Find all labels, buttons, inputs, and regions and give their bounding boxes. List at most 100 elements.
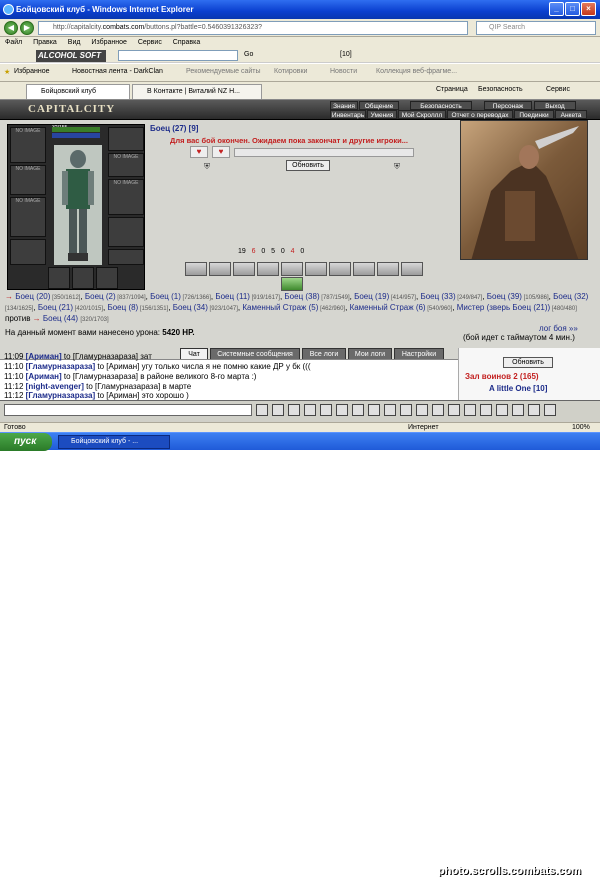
menu-help[interactable]: Справка: [173, 37, 200, 49]
search-input[interactable]: QIP Search: [476, 21, 596, 35]
fighter-name[interactable]: Каменный Страж (5): [242, 303, 318, 312]
slot-shield[interactable]: [108, 217, 144, 247]
menu-tools[interactable]: Сервис: [138, 37, 162, 49]
action-button[interactable]: [233, 262, 255, 276]
room-refresh-button[interactable]: Обновить: [503, 357, 553, 368]
tab-my-logs[interactable]: Мои логи: [348, 348, 392, 359]
battle-log-link[interactable]: лог боя »»: [539, 324, 578, 333]
slot-armor[interactable]: NO IMAGE: [10, 197, 46, 237]
chat-tool-button[interactable]: [512, 404, 524, 416]
tab-vkontakte[interactable]: В Контакте | Виталий NZ Н...: [132, 84, 262, 99]
menu-file[interactable]: Файл: [5, 37, 22, 49]
forward-button[interactable]: ▶: [20, 21, 34, 35]
fav-recommended-link[interactable]: Рекомендуемые сайты: [186, 68, 260, 75]
action-button[interactable]: [353, 262, 375, 276]
chat-tool-button[interactable]: [480, 404, 492, 416]
fighter-name[interactable]: Боец (39): [487, 292, 522, 301]
security-menu[interactable]: Безопасность: [478, 86, 523, 93]
taskbar-item[interactable]: Бойцовский клуб - ...: [58, 435, 170, 449]
fav-news2-link[interactable]: Новости: [330, 68, 357, 75]
chat-tool-button[interactable]: [400, 404, 412, 416]
page-menu[interactable]: Страница: [436, 86, 468, 93]
fighter-name[interactable]: Каменный Страж (6): [350, 303, 426, 312]
fav-collection-link[interactable]: Коллекция веб-фрагме...: [376, 68, 457, 75]
action-button[interactable]: [401, 262, 423, 276]
chat-tool-button[interactable]: [320, 404, 332, 416]
chat-tool-button[interactable]: [256, 404, 268, 416]
nav-skills[interactable]: Умения: [367, 110, 397, 119]
slot-boots[interactable]: [108, 249, 144, 265]
menu-view[interactable]: Вид: [68, 37, 81, 49]
fighter-name[interactable]: Боец (19): [354, 292, 389, 301]
chat-tool-button[interactable]: [544, 404, 556, 416]
chat-tool-button[interactable]: [288, 404, 300, 416]
nav-knowledge[interactable]: Знания: [330, 101, 358, 110]
chat-tool-button[interactable]: [432, 404, 444, 416]
slot-gloves[interactable]: NO IMAGE: [108, 179, 144, 215]
nav-my-scroll[interactable]: Мой Скроллл: [398, 110, 446, 119]
nav-security[interactable]: Безопасность: [410, 101, 472, 110]
slot-belt[interactable]: [10, 239, 46, 265]
chat-tool-button[interactable]: [352, 404, 364, 416]
slot-ring-2[interactable]: [72, 267, 94, 289]
back-button[interactable]: ◀: [4, 21, 18, 35]
nav-profile[interactable]: Анкета: [555, 110, 587, 119]
slot-ring-1[interactable]: [48, 267, 70, 289]
toolbar-search-input[interactable]: [118, 50, 238, 61]
chat-tool-button[interactable]: [496, 404, 508, 416]
close-button[interactable]: ×: [581, 2, 596, 16]
fighter-name[interactable]: Мистер (зверь Боец (21)): [457, 303, 550, 312]
chat-tool-button[interactable]: [336, 404, 348, 416]
nav-inventory[interactable]: Инвентарь: [330, 110, 366, 119]
fighter-name[interactable]: Боец (1): [150, 292, 181, 301]
zoom-text[interactable]: 100%: [572, 424, 590, 431]
fighter-name[interactable]: Боец (8): [107, 303, 138, 312]
tab-fight-club[interactable]: Бойцовский клуб: [26, 84, 130, 99]
menu-edit[interactable]: Правка: [33, 37, 57, 49]
chat-tool-button[interactable]: [384, 404, 396, 416]
fighter-name[interactable]: Боец (33): [420, 292, 455, 301]
chat-tool-button[interactable]: [464, 404, 476, 416]
action-button[interactable]: [305, 262, 327, 276]
chat-tool-button[interactable]: [368, 404, 380, 416]
chat-tool-button[interactable]: [272, 404, 284, 416]
action-button[interactable]: [281, 262, 303, 276]
nav-character[interactable]: Персонаж: [484, 101, 532, 110]
url-input[interactable]: http://capitalcity.combats.com/buttons.p…: [38, 21, 468, 35]
action-button[interactable]: [257, 262, 279, 276]
nav-communication[interactable]: Общение: [359, 101, 399, 110]
chat-tool-button[interactable]: [528, 404, 540, 416]
menu-favorites[interactable]: Избранное: [91, 37, 126, 49]
tab-system-messages[interactable]: Системные сообщения: [210, 348, 300, 359]
nav-fights[interactable]: Поединки: [514, 110, 554, 119]
start-button[interactable]: пуск: [0, 433, 52, 451]
tab-settings[interactable]: Настройки: [394, 348, 444, 359]
go-button[interactable]: Go: [244, 51, 253, 58]
slot-weapon[interactable]: NO IMAGE: [10, 165, 46, 195]
fighter-name[interactable]: Боец (34): [173, 303, 208, 312]
room-user[interactable]: A little One [10]: [489, 384, 547, 393]
tools-menu[interactable]: Сервис: [546, 86, 570, 93]
favorites-button[interactable]: Избранное: [14, 68, 49, 75]
chat-tool-button[interactable]: [304, 404, 316, 416]
team-right-name[interactable]: Боец (44): [43, 314, 78, 323]
green-action-button[interactable]: [281, 277, 303, 291]
fighter-name[interactable]: Боец (2): [85, 292, 116, 301]
slot-ring-3[interactable]: [96, 267, 118, 289]
chat-tool-button[interactable]: [448, 404, 460, 416]
action-button[interactable]: [209, 262, 231, 276]
fighter-name[interactable]: Боец (21): [38, 303, 73, 312]
action-button[interactable]: [329, 262, 351, 276]
nav-exit[interactable]: Выход: [534, 101, 576, 110]
action-button[interactable]: [377, 262, 399, 276]
chat-tool-button[interactable]: [416, 404, 428, 416]
slot-earring[interactable]: [108, 127, 144, 151]
fav-kotirovki-link[interactable]: Котировки: [274, 68, 307, 75]
fav-news-link[interactable]: Новостная лента - DarkClan: [72, 68, 163, 75]
fighter-name[interactable]: Боец (11): [215, 292, 250, 301]
minimize-button[interactable]: _: [549, 2, 564, 16]
refresh-button[interactable]: Обновить: [286, 160, 330, 171]
slot-amulet[interactable]: NO IMAGE: [108, 153, 144, 177]
fighter-name[interactable]: Боец (32): [553, 292, 588, 301]
nav-transfers[interactable]: Отчет о переводах: [447, 110, 513, 119]
